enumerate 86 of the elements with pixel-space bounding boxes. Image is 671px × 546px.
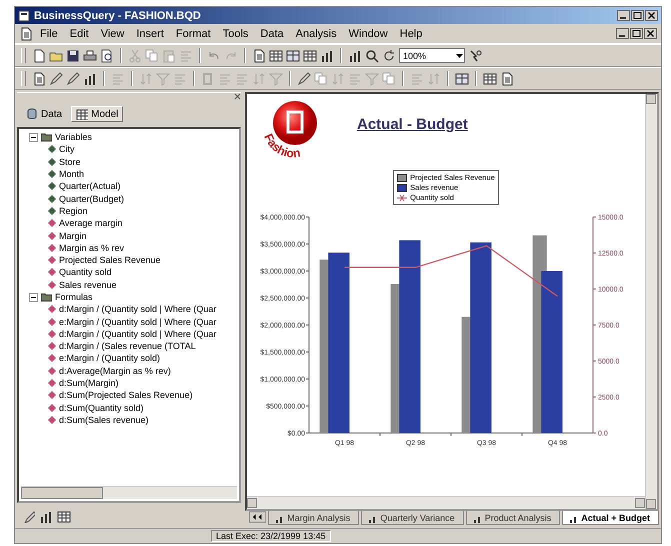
minimize-icon[interactable] <box>617 10 630 21</box>
tree-item[interactable]: Quarter(Actual) <box>59 181 121 192</box>
folder-icon <box>41 292 52 302</box>
close-icon[interactable] <box>644 28 657 39</box>
print-icon[interactable] <box>83 48 97 62</box>
document-icon[interactable] <box>19 26 33 40</box>
tree-item[interactable]: Month <box>59 169 84 180</box>
sheet-tab[interactable]: Quarterly Variance <box>361 511 464 525</box>
table-icon[interactable] <box>483 72 497 86</box>
tree-item[interactable]: Projected Sales Revenue <box>59 255 161 266</box>
new-document-icon[interactable] <box>32 48 46 62</box>
close-icon[interactable] <box>645 10 658 21</box>
tree-item[interactable]: e:Margin / (Quantity sold) <box>59 353 160 364</box>
tree-item[interactable]: Quarter(Budget) <box>59 194 124 204</box>
tree-item[interactable]: d:Margin / (Sales revenue (TOTAL <box>59 341 196 352</box>
menu-item[interactable]: Tools <box>218 26 254 40</box>
tree-item[interactable]: Store <box>59 156 81 167</box>
table-icon[interactable] <box>269 48 283 62</box>
chart-icon[interactable] <box>83 72 97 86</box>
tree-item[interactable]: d:Sum(Sales revenue) <box>59 414 149 425</box>
menu-item[interactable]: Edit <box>64 26 94 40</box>
tree-item[interactable]: Formulas <box>55 292 93 302</box>
chart-icon[interactable] <box>39 510 53 524</box>
tree-item[interactable]: d:Sum(Projected Sales Revenue) <box>59 390 193 400</box>
tree-item[interactable]: d:Margin / (Quantity sold | Where (Quar <box>59 304 216 314</box>
print-preview-icon[interactable] <box>100 48 114 62</box>
tree-item[interactable]: Average margin <box>59 218 122 228</box>
expand-toggle[interactable] <box>29 292 38 302</box>
horizontal-scrollbar[interactable] <box>247 496 645 509</box>
maximize-icon[interactable] <box>631 10 644 21</box>
caret-icon <box>455 51 464 60</box>
menu-item[interactable]: View <box>96 26 130 40</box>
search-icon[interactable] <box>365 48 379 62</box>
panel-tab[interactable]: Model <box>71 106 124 122</box>
menu-item[interactable]: File <box>35 26 63 40</box>
menu-item[interactable]: Data <box>255 26 289 40</box>
save-icon[interactable] <box>66 48 80 62</box>
tree-item[interactable]: Variables <box>55 132 92 142</box>
menu-item[interactable]: Insert <box>131 26 169 40</box>
tree-item[interactable]: d:Margin / (Quantity sold | Where (Quar <box>59 328 216 339</box>
tree-item[interactable]: e:Margin / (Quantity sold | Where (Quar <box>59 316 216 327</box>
tree-item[interactable]: Sales revenue <box>59 280 117 290</box>
document-icon[interactable] <box>500 72 514 86</box>
tree-item[interactable]: Quantity sold <box>59 267 112 278</box>
horizontal-scrollbar[interactable] <box>21 486 237 499</box>
pencil-icon[interactable] <box>49 72 63 86</box>
tree-item[interactable]: Region <box>59 206 88 216</box>
grid-icon[interactable] <box>455 72 469 86</box>
menu-item[interactable]: Format <box>170 26 216 40</box>
window-title: BusinessQuery - FASHION.BQD <box>34 10 202 22</box>
sheet-tab[interactable]: Margin Analysis <box>268 511 360 525</box>
database-icon <box>26 108 38 120</box>
restore-icon[interactable] <box>630 28 643 39</box>
tree-item[interactable]: d:Sum(Quantity sold) <box>59 402 144 413</box>
tree-item[interactable]: Margin <box>59 230 87 241</box>
document-icon[interactable] <box>32 72 46 86</box>
app-icon <box>18 10 30 22</box>
report-title: Actual - Budget <box>357 116 468 132</box>
sheet-tab[interactable]: Actual + Budget <box>562 511 659 525</box>
tree-item[interactable]: d:Sum(Margin) <box>59 378 119 388</box>
pencil-icon[interactable] <box>297 72 311 86</box>
table-icon[interactable] <box>303 48 317 62</box>
menu-item[interactable]: Help <box>394 26 428 40</box>
panel-tab[interactable]: Data <box>21 106 68 122</box>
vertical-scrollbar[interactable] <box>645 94 657 509</box>
chart-icon[interactable] <box>348 48 362 62</box>
menu-item[interactable]: Analysis <box>290 26 342 40</box>
status-text: Last Exec: 23/2/1999 13:45 <box>211 530 331 542</box>
zoom-dropdown[interactable]: 100% <box>399 48 465 63</box>
tree-item[interactable]: d:Average(Margin as % rev) <box>59 366 171 376</box>
folder-icon <box>41 132 52 142</box>
document-icon[interactable] <box>252 48 266 62</box>
grid-icon[interactable] <box>286 48 300 62</box>
table-icon <box>76 108 88 120</box>
pencil-icon[interactable] <box>23 511 35 523</box>
tree-item[interactable]: City <box>59 144 74 154</box>
menu-item[interactable]: Window <box>344 26 393 40</box>
chart-icon[interactable] <box>320 48 334 62</box>
pencil-icon[interactable] <box>66 72 80 86</box>
expand-toggle[interactable] <box>29 132 38 142</box>
scroll-left-icon[interactable] <box>249 511 266 523</box>
refresh-icon[interactable] <box>382 48 396 62</box>
tree-item[interactable]: Margin as % rev <box>59 242 124 253</box>
minimize-icon[interactable] <box>616 28 629 39</box>
table-icon[interactable] <box>57 510 71 524</box>
sheet-tab[interactable]: Product Analysis <box>466 511 560 525</box>
